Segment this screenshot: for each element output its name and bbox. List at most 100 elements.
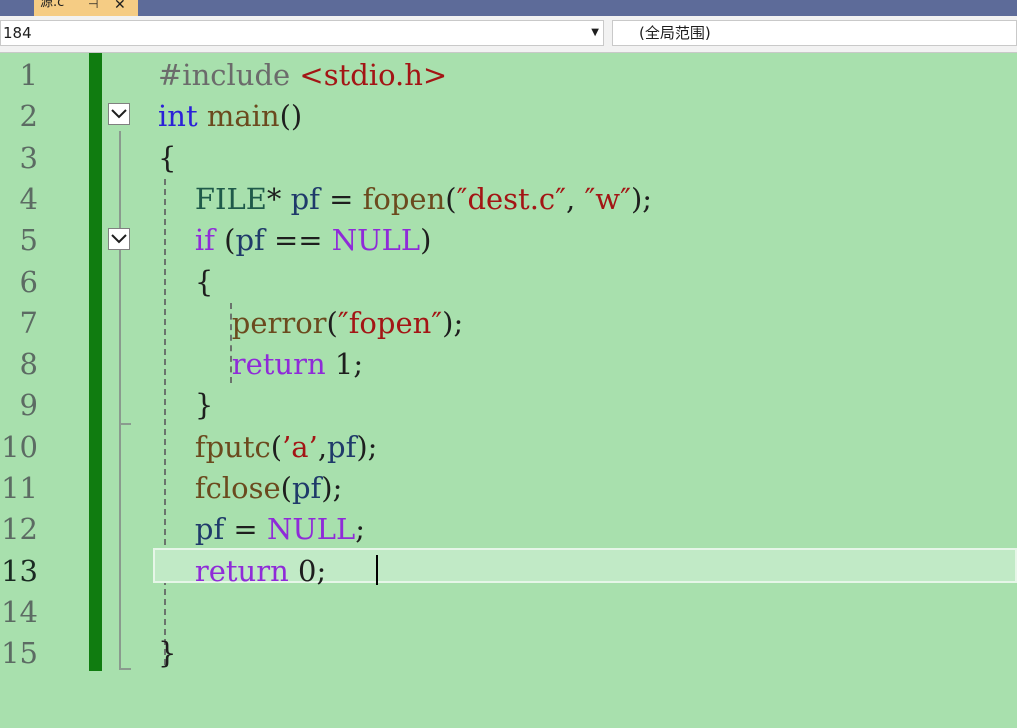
line-number: 14 xyxy=(1,594,38,629)
code-token: FILE xyxy=(194,181,267,216)
code-token: () xyxy=(279,99,303,134)
chevron-down-icon xyxy=(111,234,127,244)
line-number: 11 xyxy=(1,471,38,505)
code-token: } xyxy=(194,388,214,423)
line-number: 15 xyxy=(1,636,38,671)
code-token: , xyxy=(566,181,585,216)
code-token: = xyxy=(224,512,267,547)
close-icon[interactable]: ✕ xyxy=(114,0,126,13)
code-token: == xyxy=(264,223,332,258)
code-token: pf xyxy=(327,429,357,464)
code-token: ); xyxy=(630,181,653,216)
code-token: fopen xyxy=(362,181,446,216)
code-token: pf xyxy=(235,223,265,258)
code-token: <stdio.h> xyxy=(299,58,448,92)
collapse-main-toggle[interactable] xyxy=(108,103,130,125)
project-dropdown-value: 184 xyxy=(3,24,32,42)
tab-title: 源.c xyxy=(40,0,65,10)
code-line: perror(″fopen″); xyxy=(158,308,463,338)
code-token: ) xyxy=(420,223,432,258)
code-token: { xyxy=(194,264,214,299)
code-line: return 1; xyxy=(158,349,363,379)
code-token: { xyxy=(158,140,177,175)
line-number: 3 xyxy=(19,140,38,175)
code-token: ’a’ xyxy=(282,429,318,464)
code-token: ( xyxy=(326,305,338,340)
change-tracking-bar xyxy=(89,53,102,671)
code-token: ; xyxy=(355,512,366,547)
scope-dropdown[interactable]: (全局范围) xyxy=(612,20,1017,46)
code-line: { xyxy=(158,143,176,173)
code-line: #include <stdio.h> xyxy=(158,60,447,90)
code-token: , xyxy=(317,429,328,464)
line-number: 7 xyxy=(19,305,38,340)
code-line: FILE* pf = fopen(″dest.c″, ″w″); xyxy=(158,184,652,214)
line-number: 12 xyxy=(1,512,38,547)
code-token: return xyxy=(194,553,289,588)
code-token: main xyxy=(206,99,280,134)
code-token: ( xyxy=(270,429,283,464)
code-line: if (pf == NULL) xyxy=(158,223,432,258)
code-token: } xyxy=(158,636,177,671)
project-dropdown[interactable]: 184 ▼ xyxy=(0,20,604,46)
code-line: int main() xyxy=(158,101,302,131)
chevron-down-icon[interactable]: ▼ xyxy=(591,21,599,45)
code-token: ( xyxy=(445,181,457,216)
chevron-down-icon xyxy=(111,109,127,119)
code-token: NULL xyxy=(331,223,421,258)
line-number: 5 xyxy=(19,223,38,258)
code-token: ″fopen″ xyxy=(337,305,443,340)
code-token: ″dest.c″ xyxy=(456,181,566,216)
code-token: NULL xyxy=(266,512,356,547)
code-token: ( xyxy=(280,471,292,505)
code-token: int xyxy=(158,99,198,134)
code-token: ″w″ xyxy=(584,181,631,216)
line-number: 10 xyxy=(1,429,38,464)
line-number: 8 xyxy=(19,347,38,382)
code-line: fclose(pf); xyxy=(158,471,343,505)
code-line: fputc(’a’,pf); xyxy=(158,429,378,464)
code-token: ); xyxy=(356,429,378,464)
line-number: 2 xyxy=(19,99,38,134)
code-token: fclose xyxy=(194,471,281,505)
code-token: pf xyxy=(290,181,320,216)
code-token: fputc xyxy=(194,429,271,464)
text-caret xyxy=(376,555,378,585)
code-editor[interactable]: 1 2 3 4 5 6 7 8 9 10 11 12 13 14 15 #include <stdio.h>… xyxy=(0,53,1017,728)
pin-icon[interactable]: ⊣ xyxy=(88,0,98,11)
line-number: 13 xyxy=(1,553,38,588)
code-token: * xyxy=(266,181,291,216)
code-token: ( xyxy=(214,223,236,258)
outline-fold-end xyxy=(119,423,131,425)
code-token: if xyxy=(194,223,215,258)
outline-fold-guide xyxy=(119,131,121,669)
collapse-if-toggle[interactable] xyxy=(108,228,130,250)
code-line: pf = NULL; xyxy=(158,514,365,544)
code-line: { xyxy=(158,267,213,297)
document-tab-strip: 源.c ⊣ ✕ xyxy=(0,0,1017,16)
code-line: } xyxy=(158,390,213,420)
code-token: 1; xyxy=(325,347,364,382)
code-token: pf xyxy=(291,471,322,505)
code-token: pf xyxy=(194,512,225,547)
scope-dropdown-value: (全局范围) xyxy=(639,24,711,42)
code-token: 0; xyxy=(288,553,327,588)
code-token: ); xyxy=(321,471,343,505)
code-line: return 0; xyxy=(158,556,326,586)
code-line: } xyxy=(158,638,176,668)
code-token: #include xyxy=(158,58,300,92)
code-token: ); xyxy=(442,305,464,340)
line-number: 6 xyxy=(19,264,38,299)
code-token: perror xyxy=(231,305,327,340)
